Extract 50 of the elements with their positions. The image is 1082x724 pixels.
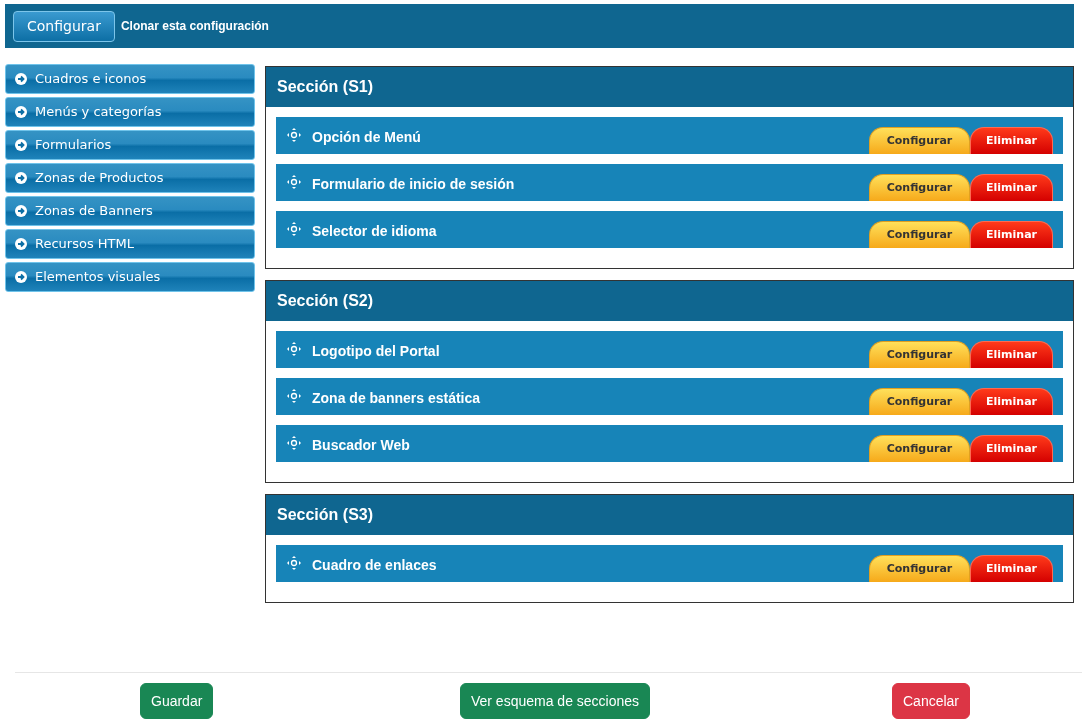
cancel-button[interactable]: Cancelar xyxy=(892,683,970,719)
sidebar-item[interactable]: Cuadros e iconos xyxy=(5,64,255,94)
action-button[interactable]: Ver esquema de secciones xyxy=(459,683,651,719)
move-icon xyxy=(286,174,302,190)
module-name: Selector de idioma xyxy=(312,222,437,241)
sidebar-item[interactable]: Elementos visuales xyxy=(5,262,255,292)
move-icon xyxy=(286,221,302,237)
move-icon xyxy=(286,435,302,451)
delete-button[interactable]: Eliminar xyxy=(970,174,1053,201)
move-icon xyxy=(286,388,302,404)
module-name: Formulario de inicio de sesión xyxy=(312,175,515,194)
move-icon xyxy=(286,555,302,571)
delete-button[interactable]: Eliminar xyxy=(970,341,1053,368)
configure-button[interactable]: Configurar xyxy=(869,435,970,462)
delete-button[interactable]: Eliminar xyxy=(970,221,1053,248)
sidebar-item[interactable]: Formularios xyxy=(5,130,255,160)
sidebar-item[interactable]: Zonas de Banners xyxy=(5,196,255,226)
module-name: Cuadro de enlaces xyxy=(312,556,437,575)
arrow-circle-icon xyxy=(15,139,27,151)
module-name: Zona de banners estática xyxy=(312,389,481,408)
configure-button[interactable]: Configurar xyxy=(869,388,970,415)
section-title: Sección (S3) xyxy=(266,495,1073,535)
arrow-circle-icon xyxy=(15,205,27,217)
configure-button[interactable]: Configurar xyxy=(13,10,115,42)
arrow-circle-icon xyxy=(15,73,27,85)
configure-button[interactable]: Configurar xyxy=(869,555,970,582)
delete-button[interactable]: Eliminar xyxy=(970,388,1053,415)
arrow-circle-icon xyxy=(15,271,27,283)
delete-button[interactable]: Eliminar xyxy=(970,127,1053,154)
section-title: Sección (S1) xyxy=(266,67,1073,107)
section-title: Sección (S2) xyxy=(266,281,1073,321)
configure-button[interactable]: Configurar xyxy=(869,127,970,154)
arrow-circle-icon xyxy=(15,106,27,118)
module-name: Logotipo del Portal xyxy=(312,342,440,361)
move-icon xyxy=(286,127,302,143)
module-name: Buscador Web xyxy=(312,436,410,455)
sidebar-item[interactable]: Menús y categorías xyxy=(5,97,255,127)
configure-button[interactable]: Configurar xyxy=(869,174,970,201)
action-button[interactable]: Guardar xyxy=(140,683,214,719)
clone-configuration-link[interactable]: Clonar esta configuración xyxy=(120,17,269,35)
move-icon xyxy=(286,341,302,357)
sidebar-item[interactable]: Recursos HTML xyxy=(5,229,255,259)
sidebar-item[interactable]: Zonas de Productos xyxy=(5,163,255,193)
delete-button[interactable]: Eliminar xyxy=(970,555,1053,582)
module-name: Opción de Menú xyxy=(312,128,421,147)
delete-button[interactable]: Eliminar xyxy=(970,435,1053,462)
configure-button[interactable]: Configurar xyxy=(869,221,970,248)
arrow-circle-icon xyxy=(15,238,27,250)
arrow-circle-icon xyxy=(15,172,27,184)
configure-button[interactable]: Configurar xyxy=(869,341,970,368)
